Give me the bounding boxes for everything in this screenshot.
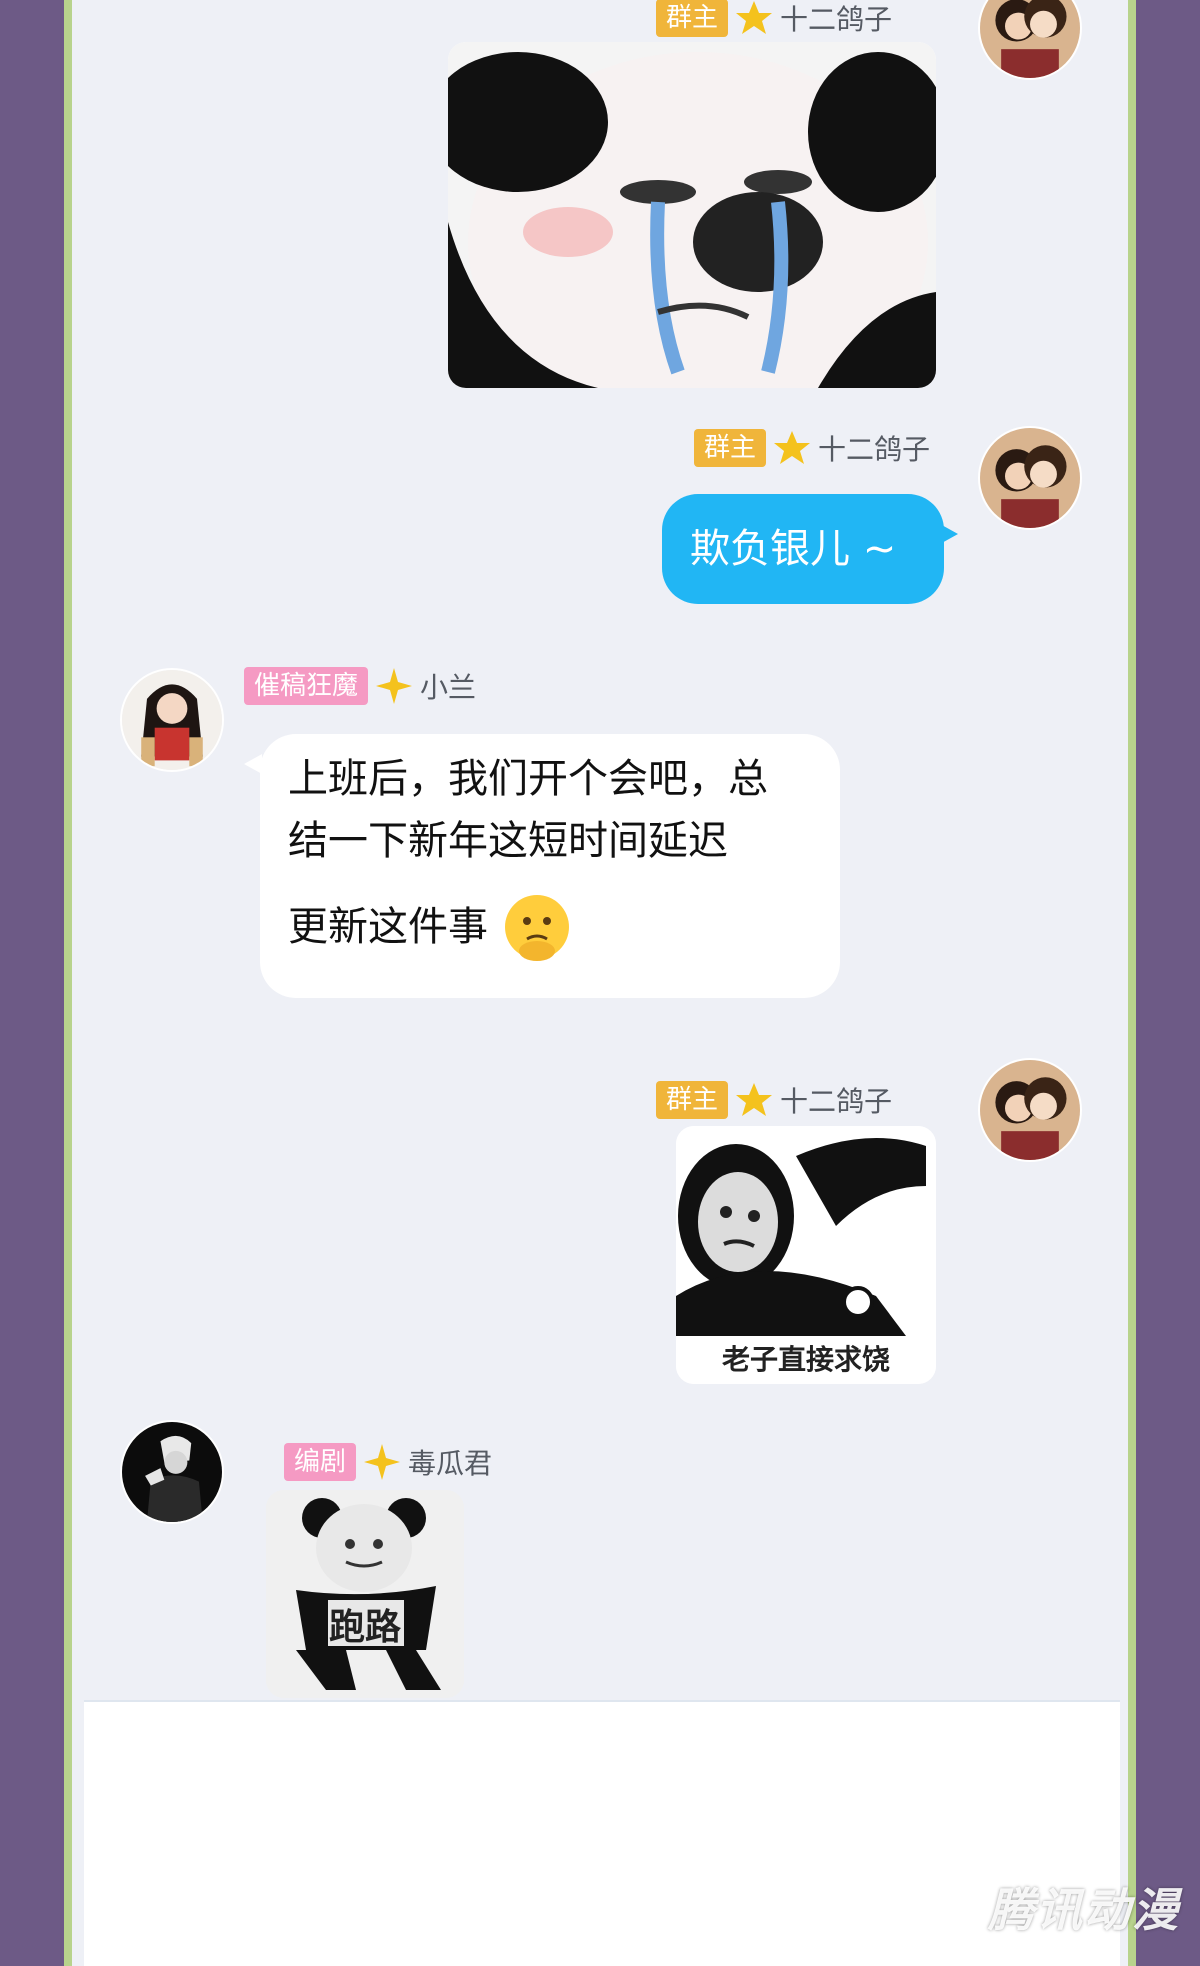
sticker-message[interactable]: 跑路: [266, 1490, 464, 1698]
avatar[interactable]: [978, 1058, 1082, 1162]
avatar[interactable]: [978, 426, 1082, 530]
couple-avatar-icon: [980, 0, 1080, 78]
owner-badge: 群主: [656, 0, 729, 37]
woman-avatar-icon: [122, 670, 222, 770]
sticker-message[interactable]: 老子直接求饶: [676, 1126, 936, 1384]
text-bubble[interactable]: 上班后，我们开个会吧，总 结一下新年这短时间延迟 更新这件事: [260, 734, 840, 998]
sticker-caption: 跑路: [328, 1607, 401, 1648]
sparkle-star-icon: [376, 668, 413, 704]
star-icon: [736, 1, 773, 34]
message-meta: 群主 十二鸽子: [656, 1080, 892, 1120]
sender-name: 毒瓜君: [408, 1447, 493, 1480]
couple-avatar-icon: [980, 428, 1080, 528]
message-meta: 编剧 毒瓜君: [284, 1442, 492, 1482]
sticker-message[interactable]: [448, 42, 936, 388]
sender-name: 十二鸽子: [818, 433, 931, 466]
owner-badge: 群主: [694, 429, 767, 467]
message-line: 结一下新年这短时间延迟: [288, 818, 728, 864]
anime-avatar-icon: [122, 1422, 222, 1522]
sparkle-star-icon: [364, 1444, 401, 1480]
member-badge: 编剧: [284, 1443, 357, 1481]
sticker-caption: 老子直接求饶: [721, 1343, 890, 1376]
crying-panda-sticker: [448, 42, 936, 388]
owner-badge: 群主: [656, 1081, 729, 1119]
message-meta: 群主 十二鸽子: [694, 428, 930, 468]
message-line: 上班后，我们开个会吧，总: [288, 756, 768, 802]
sender-name: 十二鸽子: [780, 3, 893, 36]
star-icon: [736, 1083, 773, 1116]
member-badge: 催稿狂魔: [244, 667, 369, 705]
avatar[interactable]: [120, 668, 224, 772]
worried-face-emoji: [504, 895, 569, 961]
message-line: 更新这件事: [288, 904, 488, 950]
running-panda-sticker: [266, 1490, 464, 1698]
message-meta: 群主 十二鸽子: [656, 0, 892, 38]
star-icon: [774, 431, 811, 464]
text-bubble[interactable]: 欺负银儿 ~: [662, 494, 944, 604]
avatar[interactable]: [120, 1420, 224, 1524]
watermark: 腾讯动漫: [988, 1883, 1180, 1937]
bubble-tail: [940, 524, 958, 544]
sender-name: 十二鸽子: [780, 1085, 893, 1118]
message-meta: 催稿狂魔 小兰: [244, 666, 476, 706]
chat-input-area: [84, 1702, 1120, 1966]
couple-avatar-icon: [980, 1060, 1080, 1160]
sender-name: 小兰: [420, 671, 477, 704]
